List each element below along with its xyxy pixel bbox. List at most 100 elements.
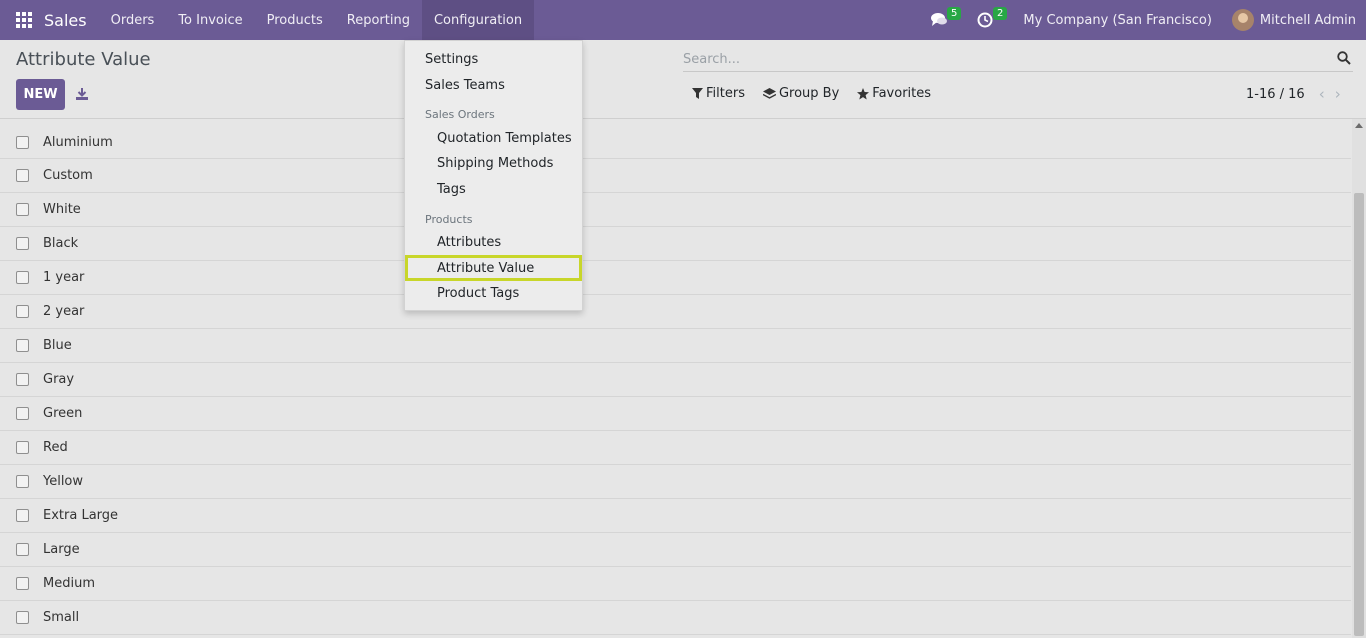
- groupby-label: Group By: [778, 86, 840, 101]
- row-checkbox[interactable]: [16, 135, 29, 149]
- dropdown-item-attribute-value[interactable]: Attribute Value: [405, 255, 582, 281]
- list-view: Aluminium Custom White Black 1 year 2 ye…: [0, 126, 1351, 635]
- messages-button[interactable]: 5: [925, 0, 962, 40]
- dropdown-header-sales-orders: Sales Orders: [425, 108, 495, 121]
- navbar-systray: 5 2 My Company (San Francisco) Mitchell …: [925, 0, 1366, 40]
- row-checkbox[interactable]: [16, 441, 29, 454]
- favorites-toggle[interactable]: Favorites: [857, 86, 931, 101]
- dropdown-item-product-tags[interactable]: Product Tags: [405, 281, 582, 305]
- row-name: White: [43, 202, 81, 217]
- messages-badge: 5: [947, 7, 962, 20]
- menu-to-invoice[interactable]: To Invoice: [166, 0, 254, 40]
- control-panel: Attribute Value NEW Filters Group By Fav…: [0, 40, 1366, 119]
- list-row[interactable]: Red: [0, 431, 1351, 465]
- row-checkbox[interactable]: [16, 509, 29, 522]
- apps-grid-icon[interactable]: [0, 0, 48, 40]
- list-row[interactable]: Black: [0, 227, 1351, 261]
- groupby-toggle[interactable]: Group By: [762, 86, 840, 101]
- main-menu: Orders To Invoice Products Reporting Con…: [99, 0, 535, 40]
- list-row[interactable]: Small: [0, 601, 1351, 635]
- clock-icon: [977, 12, 993, 28]
- row-name: Blue: [43, 338, 72, 353]
- list-scrollbar[interactable]: [1352, 119, 1366, 638]
- menu-reporting[interactable]: Reporting: [335, 0, 422, 40]
- search-options: Filters Group By Favorites: [692, 86, 931, 101]
- dropdown-item-quotation-templates[interactable]: Quotation Templates: [405, 126, 582, 150]
- dropdown-item-tags[interactable]: Tags: [405, 177, 582, 201]
- row-name: Red: [43, 440, 68, 455]
- filter-icon: [692, 88, 703, 99]
- list-row[interactable]: Aluminium: [0, 126, 1351, 159]
- row-checkbox[interactable]: [16, 407, 29, 420]
- row-name: Extra Large: [43, 508, 119, 523]
- filters-toggle[interactable]: Filters: [692, 86, 745, 101]
- row-checkbox[interactable]: [16, 475, 29, 488]
- company-switcher[interactable]: My Company (San Francisco): [1023, 13, 1211, 28]
- row-checkbox[interactable]: [16, 271, 29, 284]
- menu-products[interactable]: Products: [255, 0, 335, 40]
- row-name: Yellow: [43, 474, 84, 489]
- row-name: Small: [43, 610, 80, 625]
- row-checkbox[interactable]: [16, 577, 29, 590]
- activities-button[interactable]: 2: [971, 0, 1008, 40]
- pager-value[interactable]: 1-16 / 16: [1246, 87, 1305, 102]
- download-icon[interactable]: [74, 86, 90, 102]
- layers-icon: [762, 87, 776, 99]
- activities-badge: 2: [993, 7, 1008, 20]
- menu-configuration[interactable]: Configuration: [421, 0, 535, 40]
- scroll-thumb[interactable]: [1354, 193, 1364, 636]
- scroll-up-arrow-icon[interactable]: [1355, 123, 1363, 128]
- row-name: Custom: [43, 168, 93, 183]
- list-row[interactable]: Gray: [0, 363, 1351, 397]
- row-name: 1 year: [43, 270, 85, 285]
- dropdown-item-attributes[interactable]: Attributes: [405, 230, 582, 254]
- user-avatar[interactable]: [1231, 9, 1254, 31]
- row-checkbox[interactable]: [16, 543, 29, 556]
- list-row[interactable]: Medium: [0, 567, 1351, 601]
- configuration-dropdown: Settings Sales Teams Sales Orders Quotat…: [404, 40, 583, 311]
- dropdown-header-products: Products: [425, 213, 473, 226]
- row-name: 2 year: [43, 304, 85, 319]
- search-bar: [683, 48, 1353, 72]
- row-checkbox[interactable]: [16, 305, 29, 318]
- star-icon: [857, 87, 870, 99]
- search-icon[interactable]: [1337, 51, 1351, 65]
- chat-icon: [931, 13, 948, 26]
- list-row[interactable]: Yellow: [0, 465, 1351, 499]
- row-name: Gray: [43, 372, 75, 387]
- chevron-right-icon[interactable]: ›: [1335, 87, 1341, 102]
- list-row[interactable]: 2 year: [0, 295, 1351, 329]
- app-brand[interactable]: Sales: [44, 11, 99, 30]
- row-name: Black: [43, 236, 79, 251]
- list-row[interactable]: 1 year: [0, 261, 1351, 295]
- dropdown-item-settings[interactable]: Settings: [405, 47, 582, 71]
- menu-orders[interactable]: Orders: [99, 0, 167, 40]
- list-row[interactable]: Large: [0, 533, 1351, 567]
- page-title: Attribute Value: [16, 49, 151, 70]
- search-input[interactable]: [683, 48, 1323, 70]
- list-row[interactable]: Green: [0, 397, 1351, 431]
- list-row[interactable]: Extra Large: [0, 499, 1351, 533]
- row-name: Green: [43, 406, 83, 421]
- row-name: Aluminium: [43, 134, 113, 150]
- chevron-left-icon[interactable]: ‹: [1319, 87, 1325, 102]
- row-checkbox[interactable]: [16, 339, 29, 352]
- row-checkbox[interactable]: [16, 373, 29, 386]
- row-checkbox[interactable]: [16, 169, 29, 182]
- favorites-label: Favorites: [872, 86, 932, 101]
- filters-label: Filters: [706, 86, 745, 101]
- new-button[interactable]: NEW: [16, 79, 65, 110]
- row-checkbox[interactable]: [16, 611, 29, 624]
- list-row[interactable]: Blue: [0, 329, 1351, 363]
- user-menu[interactable]: Mitchell Admin: [1260, 13, 1356, 28]
- row-checkbox[interactable]: [16, 203, 29, 216]
- list-row[interactable]: White: [0, 193, 1351, 227]
- list-row[interactable]: Custom: [0, 159, 1351, 193]
- top-navbar: Sales Orders To Invoice Products Reporti…: [0, 0, 1366, 40]
- dropdown-item-sales-teams[interactable]: Sales Teams: [405, 73, 582, 97]
- row-checkbox[interactable]: [16, 237, 29, 250]
- dropdown-item-shipping-methods[interactable]: Shipping Methods: [405, 151, 582, 175]
- pager: 1-16 / 16 ‹ ›: [1246, 87, 1341, 103]
- row-name: Large: [43, 542, 80, 557]
- row-name: Medium: [43, 576, 95, 591]
